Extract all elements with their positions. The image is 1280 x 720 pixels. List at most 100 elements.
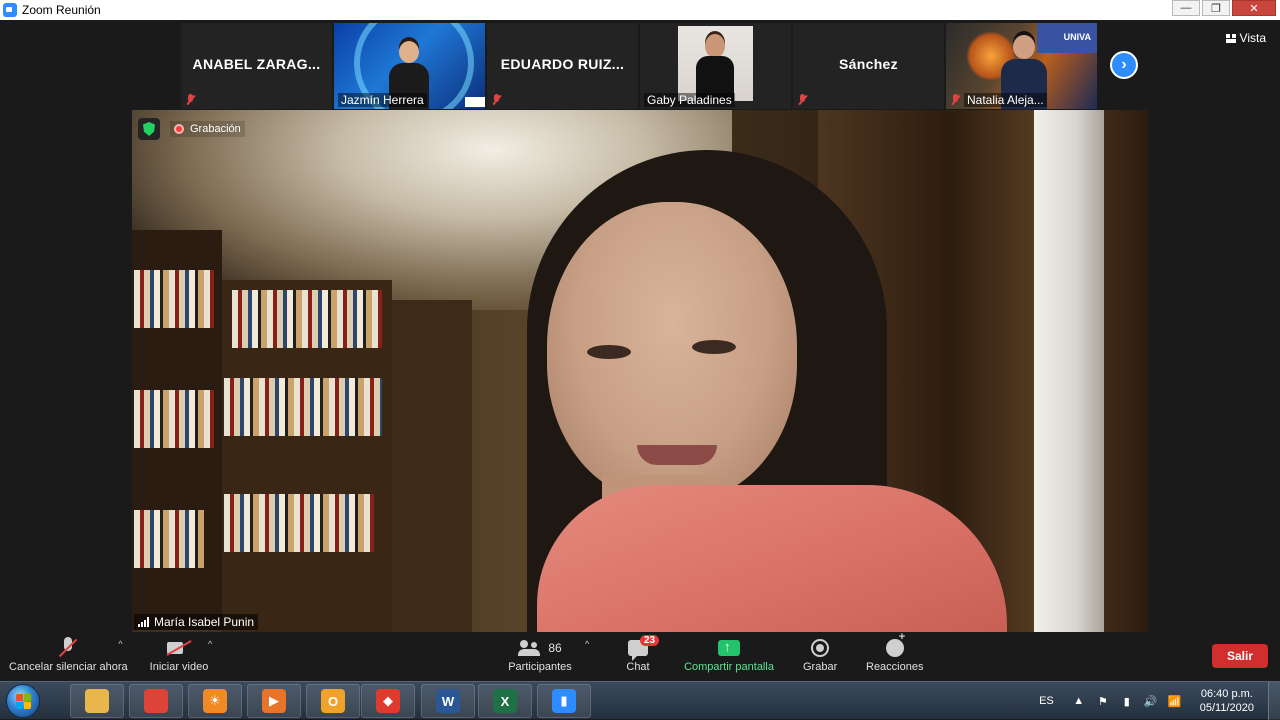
background-brand-text: UNIVA [1063, 32, 1091, 42]
speaker-mouth [637, 445, 717, 465]
close-window-button[interactable]: ✕ [1232, 0, 1276, 16]
show-hidden-icons-icon[interactable]: ▲ [1072, 695, 1086, 707]
books [134, 390, 214, 448]
chat-unread-badge: 23 [640, 635, 660, 646]
excel-icon: X [493, 689, 517, 713]
clock[interactable]: 06:40 p.m. 05/11/2020 [1200, 687, 1254, 715]
zoom-icon: ▮ [552, 689, 576, 713]
language-indicator[interactable]: ES [1039, 695, 1054, 707]
recording-status[interactable]: Grabación [170, 121, 245, 137]
zoom-app-icon [3, 3, 17, 17]
system-tray: ES ▲ ⚑ ▮ 🔊 📶 06:40 p.m. 05/11/2020 [1039, 682, 1280, 720]
share-screen-icon [718, 639, 740, 656]
participant-tile-jazmin[interactable]: Jazmín Herrera [334, 23, 485, 109]
windows-taskbar: ☀ ▶ O ◆ W X ▮ ES ▲ ⚑ ▮ 🔊 📶 06:40 p.m. 05/11/20… [0, 681, 1280, 720]
taskbar-app-media-player[interactable]: ▶ [247, 684, 301, 718]
taskbar-app-file-explorer[interactable] [70, 684, 124, 718]
leave-meeting-button[interactable]: Salir [1212, 644, 1268, 668]
participant-name: Sánchez [839, 56, 898, 72]
speaker-name-tag: María Isabel Punin [134, 614, 259, 630]
taskbar-app-outlook[interactable]: O [306, 684, 360, 718]
word-icon: W [436, 689, 460, 713]
grid-icon [1225, 33, 1236, 43]
background-logo [465, 97, 485, 107]
participant-tile-eduardo[interactable]: EDUARDO RUIZ... [487, 23, 638, 109]
active-speaker-video: Grabación María Isabel Punin [132, 110, 1148, 632]
record-label: Grabar [803, 661, 838, 673]
outlook-icon: O [321, 689, 345, 713]
speaker-name: María Isabel Punin [154, 615, 255, 629]
participant-name: Natalia Aleja... [964, 93, 1047, 107]
meeting-area: ANABEL ZARAG... Jazmín Herrera EDUARDO R… [0, 20, 1280, 632]
start-video-button[interactable]: ^ Iniciar video [148, 635, 213, 673]
participants-label: Participantes [508, 661, 572, 673]
participant-name: ANABEL ZARAG... [192, 56, 321, 72]
unmute-label: Cancelar silenciar ahora [9, 661, 128, 673]
clock-date: 05/11/2020 [1199, 702, 1254, 714]
participants-count: 86 [548, 641, 562, 655]
recording-indicator: Grabación [138, 118, 245, 140]
speaker-top [537, 485, 1007, 632]
taskbar-app-zoom[interactable]: ▮ [537, 684, 591, 718]
power-icon[interactable]: ▮ [1120, 695, 1134, 708]
anydesk-icon: ◆ [376, 689, 400, 713]
unmute-button[interactable]: ^ Cancelar silenciar ahora [9, 635, 128, 673]
clock-time: 06:40 p.m. [1200, 688, 1253, 700]
participant-tile-sanchez[interactable]: Sánchez [793, 23, 944, 109]
minimize-button[interactable]: — [1172, 0, 1200, 16]
restore-button[interactable]: ❐ [1202, 0, 1230, 16]
app-orange-icon: ☀ [203, 689, 227, 713]
participant-name: Jazmín Herrera [338, 93, 427, 107]
participant-tile-natalia[interactable]: UNIVA Natalia Aleja... [946, 23, 1097, 109]
mute-options-caret[interactable]: ^ [118, 639, 122, 649]
record-button[interactable]: Grabar [803, 635, 837, 673]
mic-muted-icon [58, 637, 78, 659]
books [232, 290, 382, 348]
share-screen-label: Compartir pantalla [684, 661, 774, 673]
meeting-controls: ^ Cancelar silenciar ahora ^ Iniciar vid… [0, 631, 1280, 681]
security-button[interactable] [138, 118, 160, 140]
start-video-label: Iniciar video [149, 661, 209, 673]
participant-tile-gaby[interactable]: Gaby Paladines [640, 23, 791, 109]
taskbar-app-app-orange[interactable]: ☀ [188, 684, 242, 718]
wifi-icon[interactable]: 📶 [1168, 695, 1182, 708]
books [134, 510, 204, 568]
participants-options-caret[interactable]: ^ [585, 639, 589, 649]
title-bar: Zoom Reunión — ❐ ✕ [0, 0, 1280, 20]
next-page-button[interactable]: › [1110, 51, 1138, 79]
record-icon [811, 639, 830, 657]
participant-tile-anabel[interactable]: ANABEL ZARAG... [181, 23, 332, 109]
volume-icon[interactable]: 🔊 [1144, 695, 1158, 708]
books [224, 494, 374, 552]
books [134, 270, 214, 328]
file-explorer-icon [85, 689, 109, 713]
mic-muted-icon [796, 93, 809, 106]
share-screen-button[interactable]: Compartir pantalla [683, 635, 775, 673]
chat-label: Chat [626, 661, 650, 673]
view-button[interactable]: Vista [1225, 31, 1266, 45]
participant-strip: ANABEL ZARAG... Jazmín Herrera EDUARDO R… [181, 23, 1097, 109]
view-label: Vista [1239, 31, 1266, 45]
chat-button[interactable]: 23 Chat [626, 635, 660, 673]
taskbar-app-chrome[interactable] [129, 684, 183, 718]
taskbar-app-word[interactable]: W [421, 684, 475, 718]
participant-name: Gaby Paladines [644, 93, 735, 107]
reactions-label: Reacciones [866, 661, 924, 673]
network-icon[interactable]: ⚑ [1096, 695, 1110, 708]
video-options-caret[interactable]: ^ [208, 639, 212, 649]
participants-button[interactable]: 86 ^ Participantes [507, 635, 589, 673]
mic-muted-icon [490, 93, 503, 106]
participants-icon [518, 640, 542, 656]
participant-photo [678, 26, 753, 101]
reactions-icon [885, 631, 905, 657]
chrome-icon [144, 689, 168, 713]
bookshelf-arch [392, 300, 472, 632]
start-button[interactable] [6, 684, 40, 718]
recording-label: Grabación [190, 123, 241, 135]
recording-dot-icon [174, 124, 184, 134]
reactions-button[interactable]: Reacciones [866, 631, 924, 673]
taskbar-app-excel[interactable]: X [478, 684, 532, 718]
mic-muted-icon [949, 93, 962, 106]
show-desktop-button[interactable] [1268, 682, 1280, 720]
taskbar-app-anydesk[interactable]: ◆ [361, 684, 415, 718]
